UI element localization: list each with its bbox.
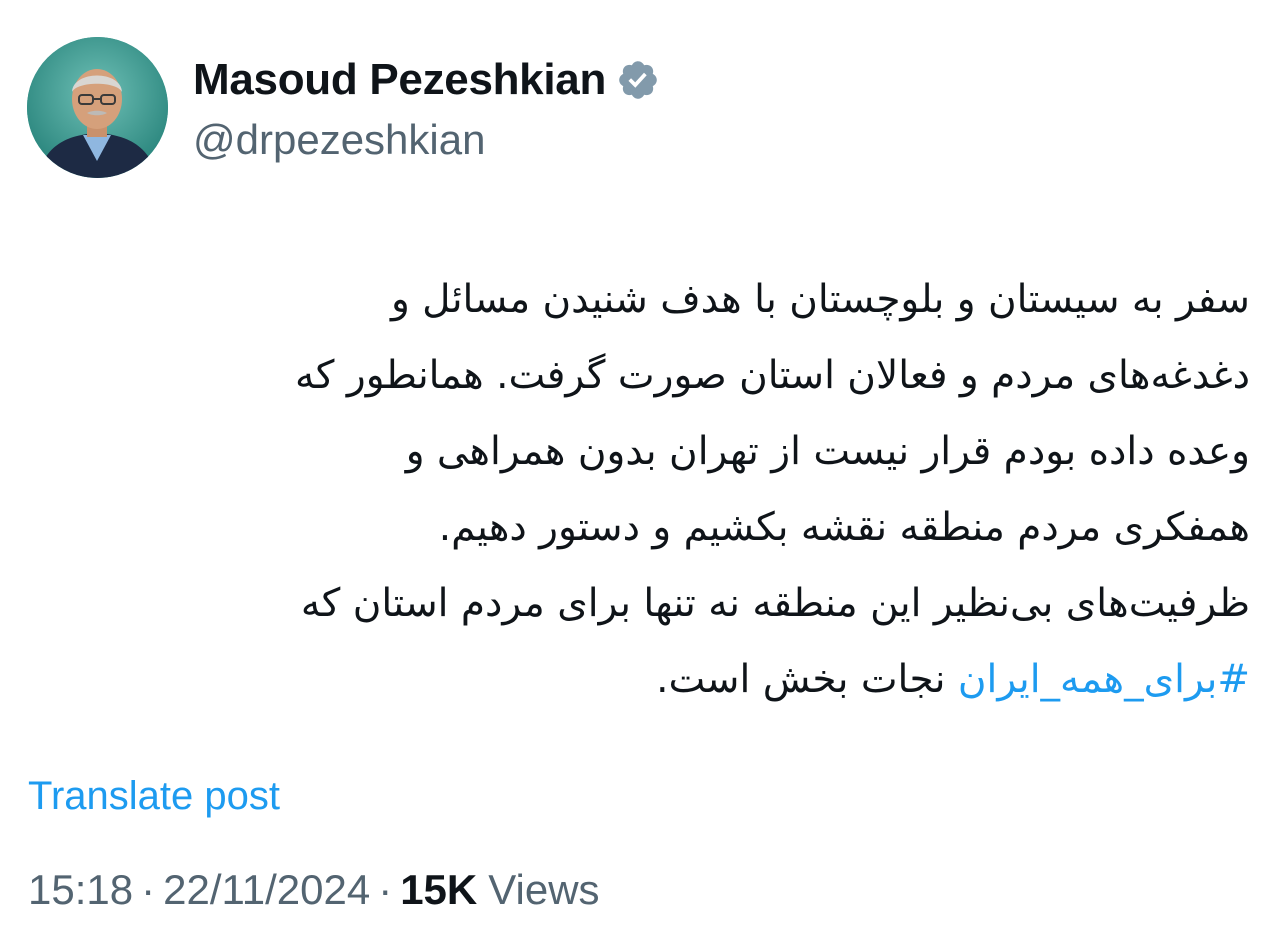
avatar-photo — [27, 37, 168, 178]
tweet-text-line-rest: نجات بخش است. — [656, 657, 958, 702]
post-metadata: 15:18 · 22/11/2024 · 15K Views — [28, 866, 600, 914]
tweet-text-line: سفر به سیستان و بلوچستان با هدف شنیدن مس… — [390, 277, 1250, 322]
translate-post-link[interactable]: Translate post — [28, 774, 280, 819]
verified-badge-icon[interactable] — [616, 58, 660, 102]
tweet-text-last-line: #برای_همه_ایران نجات بخش است. — [30, 642, 1250, 718]
author-name-row: Masoud Pezeshkian — [193, 52, 660, 108]
avatar[interactable] — [27, 37, 168, 178]
views-label: Views — [488, 866, 600, 913]
views-count: 15K — [400, 866, 478, 913]
separator-dot: · — [141, 866, 156, 913]
separator-dot: · — [378, 866, 393, 913]
post-date[interactable]: 22/11/2024 — [163, 866, 370, 914]
tweet-text-line: همفکری مردم منطقه نقشه بکشیم و دستور دهی… — [438, 505, 1250, 550]
author-handle[interactable]: @drpezeshkian — [193, 116, 485, 164]
tweet-text-line: دغدغه‌های مردم و فعالان استان صورت گرفت.… — [294, 353, 1250, 398]
post-time[interactable]: 15:18 — [28, 866, 133, 914]
tweet-post: Masoud Pezeshkian @drpezeshkian سفر به س… — [0, 0, 1280, 938]
hashtag-link[interactable]: #برای_همه_ایران — [958, 657, 1250, 702]
author-display-name[interactable]: Masoud Pezeshkian — [193, 55, 606, 105]
tweet-text-line: ظرفیت‌های بی‌نظیر این منطقه نه تنها برای… — [300, 581, 1250, 626]
tweet-text: سفر به سیستان و بلوچستان با هدف شنیدن مس… — [30, 262, 1250, 718]
tweet-text-line: وعده داده بودم قرار نیست از تهران بدون ه… — [405, 429, 1250, 474]
